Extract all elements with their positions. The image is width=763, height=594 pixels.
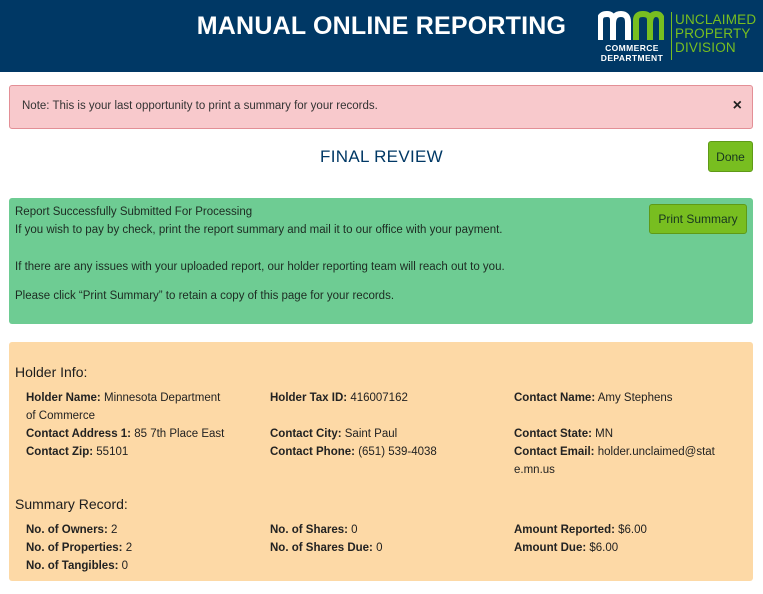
amount-due-value: $6.00 xyxy=(589,542,619,554)
tangibles-value: 0 xyxy=(121,560,129,572)
phone-field: Contact Phone: (651) 539-4038 xyxy=(270,443,437,461)
logo-divider xyxy=(671,12,672,60)
city-field: Contact City: Saint Paul xyxy=(270,425,397,443)
state-label: Contact State: xyxy=(514,428,592,440)
tax-id-field: Holder Tax ID: 416007162 xyxy=(270,389,408,407)
success-issues-note: If there are any issues with your upload… xyxy=(15,261,505,273)
mn-commerce-logo[interactable]: COMMERCE DEPARTMENT UNCLAIMED PROPERTY D… xyxy=(594,10,763,64)
division-line-3: DIVISION xyxy=(675,40,736,55)
zip-value: 55101 xyxy=(96,446,129,458)
address-field: Contact Address 1: 85 7th Place East xyxy=(26,425,224,443)
amount-reported-field: Amount Reported: $6.00 xyxy=(514,521,647,539)
logo-commerce-text: COMMERCE DEPARTMENT xyxy=(594,43,670,63)
shares-due-label: No. of Shares Due: xyxy=(270,542,373,554)
logo-department-label: DEPARTMENT xyxy=(600,53,664,63)
amount-due-field: Amount Due: $6.00 xyxy=(514,539,618,557)
address-label: Contact Address 1: xyxy=(26,428,132,440)
amount-due-label: Amount Due: xyxy=(514,542,587,554)
properties-value: 2 xyxy=(125,542,133,554)
holder-name-value-cont: of Commerce xyxy=(26,410,96,422)
division-name: UNCLAIMED PROPERTY DIVISION xyxy=(675,13,756,55)
properties-field: No. of Properties: 2 xyxy=(26,539,132,557)
warning-alert: Note: This is your last opportunity to p… xyxy=(9,85,753,129)
success-panel: Report Successfully Submitted For Proces… xyxy=(9,198,753,324)
zip-label: Contact Zip: xyxy=(26,446,94,458)
tax-id-value: 416007162 xyxy=(350,392,408,404)
tangibles-field: No. of Tangibles: 0 xyxy=(26,557,128,575)
alert-message: Note: This is your last opportunity to p… xyxy=(22,100,378,112)
shares-field: No. of Shares: 0 xyxy=(270,521,358,539)
holder-name-value: Minnesota Department xyxy=(103,392,221,404)
success-print-note: Please click “Print Summary” to retain a… xyxy=(15,290,395,302)
email-value: holder.unclaimed@stat xyxy=(597,446,715,458)
logo-commerce-label: COMMERCE xyxy=(605,43,659,53)
city-label: Contact City: xyxy=(270,428,342,440)
holder-info-panel: Holder Info: Holder Name: Minnesota Depa… xyxy=(9,342,753,581)
holder-info-title: Holder Info: xyxy=(15,364,88,380)
owners-field: No. of Owners: 2 xyxy=(26,521,117,539)
email-field: Contact Email: holder.unclaimed@stat e.m… xyxy=(514,443,744,479)
amount-reported-label: Amount Reported: xyxy=(514,524,615,536)
tangibles-label: No. of Tangibles: xyxy=(26,560,119,572)
phone-label: Contact Phone: xyxy=(270,446,355,458)
state-value: MN xyxy=(595,428,614,440)
city-value: Saint Paul xyxy=(344,428,398,440)
properties-label: No. of Properties: xyxy=(26,542,123,554)
print-summary-button[interactable]: Print Summary xyxy=(649,204,747,234)
phone-value: (651) 539-4038 xyxy=(358,446,437,458)
shares-label: No. of Shares: xyxy=(270,524,348,536)
owners-value: 2 xyxy=(110,524,118,536)
division-line-2: PROPERTY xyxy=(675,26,751,41)
shares-value: 0 xyxy=(351,524,358,536)
contact-name-field: Contact Name: Amy Stephens xyxy=(514,389,673,407)
tax-id-label: Holder Tax ID: xyxy=(270,392,348,404)
email-value-cont: e.mn.us xyxy=(514,464,555,476)
header-bar: MANUAL ONLINE REPORTING COMMERCE DEPARTM… xyxy=(0,0,763,72)
holder-name-label: Holder Name: xyxy=(26,392,101,404)
summary-record-title: Summary Record: xyxy=(15,496,128,512)
contact-name-label: Contact Name: xyxy=(514,392,596,404)
contact-name-value: Amy Stephens xyxy=(597,392,673,404)
mn-logo-icon xyxy=(598,10,664,40)
success-heading: Report Successfully Submitted For Proces… xyxy=(15,206,253,218)
amount-reported-value: $6.00 xyxy=(618,524,647,536)
division-line-1: UNCLAIMED xyxy=(675,12,757,27)
shares-due-value: 0 xyxy=(376,542,383,554)
page-title: FINAL REVIEW xyxy=(320,147,443,166)
done-button[interactable]: Done xyxy=(708,141,753,172)
holder-name-field: Holder Name: Minnesota Department of Com… xyxy=(26,389,256,425)
state-field: Contact State: MN xyxy=(514,425,613,443)
zip-field: Contact Zip: 55101 xyxy=(26,443,128,461)
owners-label: No. of Owners: xyxy=(26,524,108,536)
address-value: 85 7th Place East xyxy=(134,428,225,440)
email-label: Contact Email: xyxy=(514,446,595,458)
shares-due-field: No. of Shares Due: 0 xyxy=(270,539,383,557)
close-icon[interactable]: × xyxy=(733,97,742,115)
success-check-instructions: If you wish to pay by check, print the r… xyxy=(15,224,503,236)
